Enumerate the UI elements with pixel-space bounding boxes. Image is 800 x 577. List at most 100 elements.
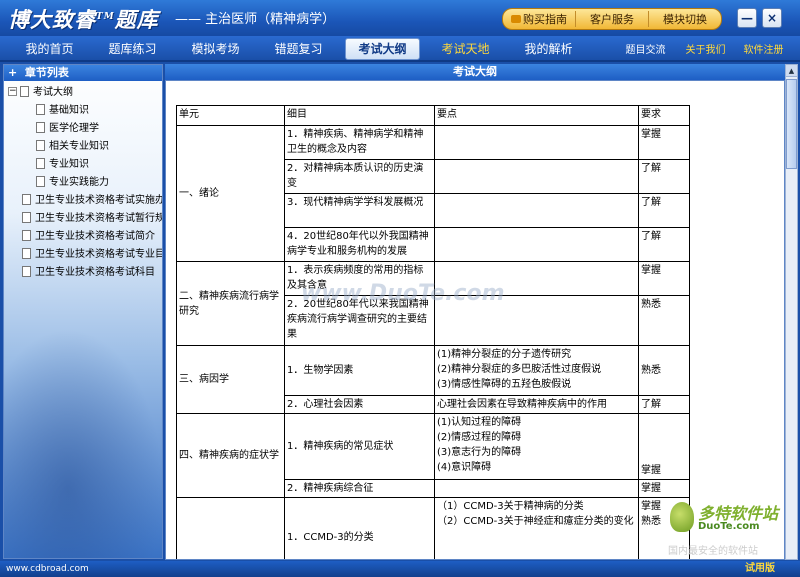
requirement-cell: 了解: [638, 227, 690, 262]
trial-version-label: 试用版: [745, 563, 775, 574]
vertical-scrollbar[interactable]: ▲: [785, 64, 798, 560]
header-unit: 单元: [176, 105, 285, 126]
unit-cell: 一、绪论: [176, 125, 285, 262]
scroll-up-icon[interactable]: ▲: [786, 65, 797, 77]
module-switch-button[interactable]: 模块切换: [649, 11, 721, 27]
nav-exam-world[interactable]: 考试天地: [428, 40, 503, 57]
table-row: 一、绪论 1．精神疾病、精神病学和精神卫生的概念及内容 掌握: [176, 125, 690, 262]
buy-guide-button[interactable]: 购买指南: [503, 11, 576, 27]
header-requirement: 要求: [638, 105, 690, 126]
unit-cell: 四、精神疾病的症状学: [176, 413, 285, 498]
scroll-thumb[interactable]: [786, 79, 797, 169]
detail-cell: 1．精神疾病的常见症状: [284, 413, 435, 480]
points-cell: 心理社会因素在导致精神疾病中的作用: [434, 395, 639, 414]
folder-icon: [20, 85, 29, 97]
document-icon: [22, 247, 31, 259]
document-icon: [22, 193, 31, 205]
document-icon: [22, 211, 31, 223]
cart-icon: [511, 15, 521, 23]
points-cell: [434, 193, 639, 228]
tree-item-other-1[interactable]: 卫生专业技术资格考试实施办: [4, 192, 162, 210]
app-logo: 博大致睿TM题库: [8, 7, 159, 32]
nav-bar: 我的首页 题库练习 模拟考场 错题复习 考试大纲 考试天地 我的解析 题目交流 …: [0, 36, 800, 62]
duote-corner-logo: 多特软件站 DuoTe.com 国内最安全的软件站: [668, 502, 779, 557]
document-icon: [36, 121, 45, 133]
sidebar-background-image: [4, 328, 162, 558]
tree-item-other-5[interactable]: 卫生专业技术资格考试科目: [4, 264, 162, 282]
close-icon: ×: [766, 11, 778, 25]
chapter-sidebar: + 章节列表 − 考试大纲 基础知识 医学伦理学 相关专业知识 专业知识 专业实践…: [3, 64, 163, 559]
document-icon: [36, 139, 45, 151]
requirement-cell: 熟悉: [638, 345, 690, 396]
nav-question-bank[interactable]: 题库练习: [95, 40, 170, 57]
sidebar-header: + 章节列表: [4, 65, 162, 81]
detail-cell: 2．心理社会因素: [284, 395, 435, 414]
nav-syllabus[interactable]: 考试大纲: [345, 38, 420, 60]
points-cell: [434, 159, 639, 194]
unit-cell: [176, 497, 285, 559]
minimize-icon: —: [741, 11, 753, 25]
unit-cell: 二、精神疾病流行病学研究: [176, 261, 285, 346]
header-detail: 细目: [284, 105, 435, 126]
points-cell: [434, 125, 639, 160]
requirement-cell: 了解: [638, 159, 690, 194]
nav-question-exchange[interactable]: 题目交流: [618, 41, 673, 56]
tree-item-basic[interactable]: 基础知识: [4, 102, 162, 120]
customer-service-button[interactable]: 客户服务: [576, 11, 649, 27]
document-icon: [36, 175, 45, 187]
table-row: 三、病因学 1．生物学因素 (1)精神分裂症的分子遗传研究 (2)精神分裂症的多…: [176, 345, 690, 414]
tree-item-other-4[interactable]: 卫生专业技术资格考试专业目: [4, 246, 162, 264]
points-cell: (1)精神分裂症的分子遗传研究 (2)精神分裂症的多巴胺活性过度假说 (3)情感…: [434, 345, 639, 396]
requirement-cell: 掌握: [638, 261, 690, 296]
document-icon: [22, 265, 31, 277]
document-icon: [36, 157, 45, 169]
header-points: 要点: [434, 105, 639, 126]
collapse-icon[interactable]: −: [8, 86, 17, 96]
tree-item-other-2[interactable]: 卫生专业技术资格考试暂行规: [4, 210, 162, 228]
tree-item-professional[interactable]: 专业知识: [4, 156, 162, 174]
requirement-cell: 了解: [638, 193, 690, 228]
leaf-logo-icon: [670, 502, 694, 532]
requirement-cell: 熟悉: [638, 295, 690, 346]
table-header-row: 单元 细目 要点 要求: [176, 105, 690, 126]
tree-item-other-3[interactable]: 卫生专业技术资格考试简介: [4, 228, 162, 246]
main-header: 考试大纲: [165, 64, 785, 80]
syllabus-content: 单元 细目 要点 要求 一、绪论 1．精神疾病、精神病学和精神卫生的概念及内容 …: [165, 80, 785, 560]
minimize-button[interactable]: —: [737, 8, 757, 28]
tree-root[interactable]: − 考试大纲: [4, 84, 162, 102]
detail-cell: 4．20世纪80年代以外我国精神病学专业和服务机构的发展: [284, 227, 435, 262]
chapter-tree: − 考试大纲 基础知识 医学伦理学 相关专业知识 专业知识 专业实践能力 卫生专业…: [4, 81, 162, 282]
nav-my-analysis[interactable]: 我的解析: [511, 40, 586, 57]
nav-register[interactable]: 软件注册: [736, 41, 791, 56]
watermark-text: www.DuoTe.com: [301, 281, 505, 306]
top-button-group: 购买指南 客户服务 模块切换: [502, 8, 722, 30]
requirement-cell: 掌握: [638, 413, 690, 480]
requirement-cell: 掌握: [638, 125, 690, 160]
points-cell: [434, 227, 639, 262]
close-button[interactable]: ×: [762, 8, 782, 28]
requirement-cell: 掌握: [638, 479, 690, 498]
detail-cell: 2．对精神病本质认识的历史演变: [284, 159, 435, 194]
detail-cell: 1．CCMD-3的分类: [284, 497, 435, 559]
points-cell: [434, 479, 639, 498]
app-subtitle: —— 主治医师（精神病学）: [175, 12, 336, 27]
title-bar: 博大致睿TM题库 —— 主治医师（精神病学） 购买指南 客户服务 模块切换 — …: [0, 0, 800, 36]
nav-home[interactable]: 我的首页: [12, 40, 87, 57]
unit-cell: 三、病因学: [176, 345, 285, 414]
tree-item-ethics[interactable]: 医学伦理学: [4, 120, 162, 138]
document-icon: [22, 229, 31, 241]
table-row: 四、精神疾病的症状学 1．精神疾病的常见症状 (1)认知过程的障碍 (2)情感过…: [176, 413, 690, 498]
syllabus-table: 单元 细目 要点 要求 一、绪论 1．精神疾病、精神病学和精神卫生的概念及内容 …: [176, 105, 690, 559]
document-icon: [36, 103, 45, 115]
tree-item-related[interactable]: 相关专业知识: [4, 138, 162, 156]
detail-cell: 2．精神疾病综合征: [284, 479, 435, 498]
detail-cell: 3．现代精神病学学科发展概况: [284, 193, 435, 228]
table-row: 1．CCMD-3的分类 （1）CCMD-3关于精神病的分类 （2）CCMD-3关…: [176, 497, 690, 559]
points-cell: （1）CCMD-3关于精神病的分类 （2）CCMD-3关于神经症和癔症分类的变化: [434, 497, 639, 559]
detail-cell: 1．精神疾病、精神病学和精神卫生的概念及内容: [284, 125, 435, 160]
nav-wrong-review[interactable]: 错题复习: [261, 40, 336, 57]
nav-mock-exam[interactable]: 模拟考场: [178, 40, 253, 57]
tree-item-practice[interactable]: 专业实践能力: [4, 174, 162, 192]
nav-about-us[interactable]: 关于我们: [678, 41, 733, 56]
status-url: www.cdbroad.com: [6, 564, 89, 574]
